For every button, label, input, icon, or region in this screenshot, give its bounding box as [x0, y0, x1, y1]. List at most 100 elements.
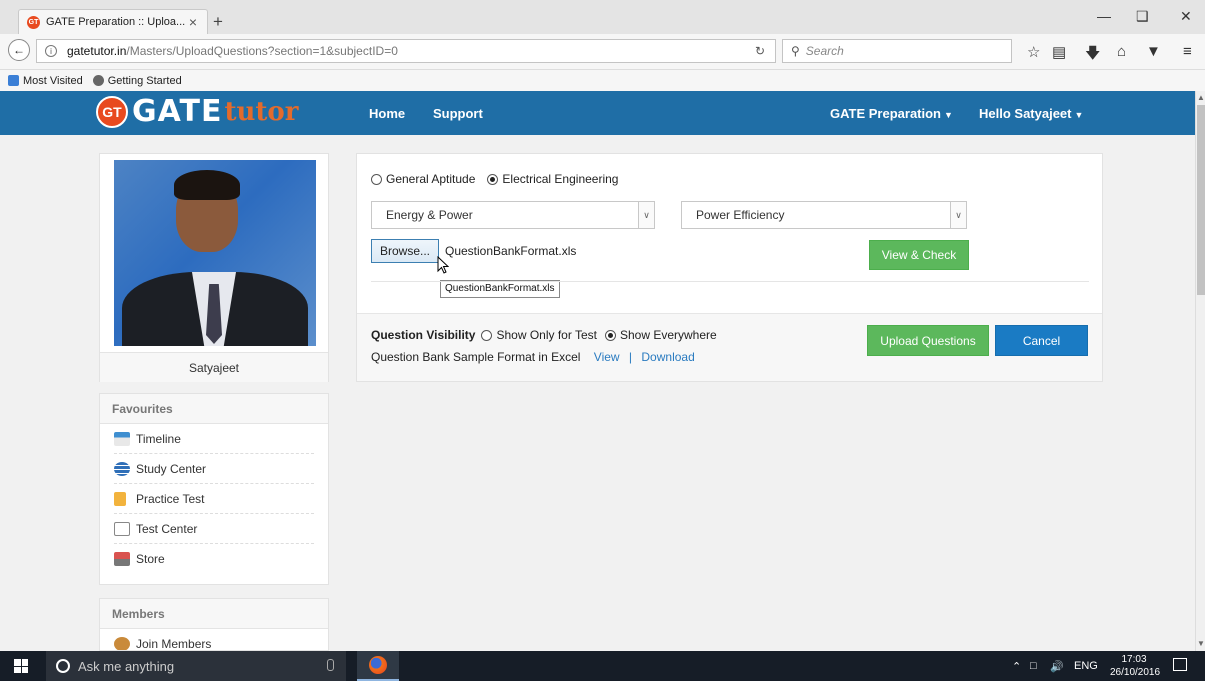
upload-footer: Question Visibility Show Only for Test S… [357, 313, 1102, 381]
radio-show-everywhere[interactable] [604, 329, 616, 341]
browser-search-input[interactable]: ⚲ Search [782, 39, 1012, 63]
menu-label: Hello Satyajeet [979, 106, 1072, 121]
profile-name: Satyajeet [100, 352, 328, 382]
browse-button[interactable]: Browse... [371, 239, 439, 263]
chevron-down-icon: ∨ [638, 202, 654, 228]
notification-icon[interactable] [1173, 658, 1187, 671]
gatetutor-logo[interactable]: GT GATE tutor [96, 94, 298, 129]
gate-preparation-menu[interactable]: GATE Preparation ▼ [830, 106, 953, 121]
favourite-practice-test[interactable]: Practice Test [114, 484, 314, 514]
tab-title: GATE Preparation :: Uploa... [46, 16, 186, 28]
home-icon[interactable]: ⌂ [1117, 43, 1126, 60]
bookmark-label: Most Visited [23, 74, 83, 87]
mouse-cursor-icon [437, 256, 449, 274]
study-center-icon [114, 461, 130, 476]
topic-select[interactable]: Power Efficiency ∨ [681, 201, 967, 229]
new-tab-button[interactable]: + [213, 12, 223, 32]
radio-label: Show Everywhere [619, 328, 717, 342]
windows-start-icon[interactable] [14, 659, 28, 673]
reading-list-icon[interactable]: ▤ [1052, 43, 1066, 61]
radio-electrical-engineering[interactable] [487, 173, 499, 185]
radio-label: Show Only for Test [496, 328, 597, 342]
bookmark-label: Getting Started [107, 74, 182, 87]
site-header: GT GATE tutor Home Support GATE Preparat… [0, 91, 1195, 135]
url-host: gatetutor.in [67, 44, 127, 58]
site-favicon-icon: GT [27, 15, 40, 29]
favourite-timeline[interactable]: Timeline [114, 424, 314, 454]
favourite-label: Store [136, 552, 165, 566]
bookmark-most-visited[interactable]: Most Visited [8, 75, 83, 87]
favourite-store[interactable]: Store [114, 544, 314, 574]
caret-down-icon: ▼ [1074, 110, 1084, 120]
menu-label: GATE Preparation [830, 106, 942, 121]
test-center-icon [114, 521, 130, 536]
favourite-test-center[interactable]: Test Center [114, 514, 314, 544]
globe-icon [92, 75, 104, 86]
bookmarks-toolbar: Most Visited Getting Started [0, 70, 1205, 91]
cancel-button[interactable]: Cancel [995, 325, 1088, 356]
menu-icon[interactable]: ≡ [1183, 43, 1192, 60]
link-separator: | [628, 350, 633, 364]
volume-icon[interactable]: 🔊 [1050, 660, 1064, 673]
reload-icon[interactable]: ↻ [755, 44, 765, 58]
subject-value: Energy & Power [386, 208, 473, 222]
pocket-icon[interactable]: ▼ [1146, 43, 1161, 60]
browser-tab-bar: GT GATE Preparation :: Uploa... × + — ❑ … [0, 0, 1205, 34]
download-icon[interactable]: 🡇 [1085, 43, 1100, 68]
cortana-icon [56, 659, 70, 673]
network-icon[interactable]: □ [1030, 660, 1037, 672]
microphone-icon[interactable] [327, 659, 334, 671]
language-indicator[interactable]: ENG [1074, 660, 1098, 672]
favourites-panel: Favourites Timeline Study Center Practic… [99, 393, 329, 585]
clock-date: 26/10/2016 [1110, 667, 1161, 678]
subject-select[interactable]: Energy & Power ∨ [371, 201, 655, 229]
nav-home[interactable]: Home [369, 106, 405, 121]
caret-down-icon: ▼ [944, 110, 953, 120]
user-menu[interactable]: Hello Satyajeet ▼ [979, 106, 1083, 121]
restore-icon[interactable]: ❑ [1136, 8, 1149, 25]
bookmark-star-icon[interactable]: ☆ [1027, 43, 1040, 61]
section-radio-group: General Aptitude Electrical Engineering [371, 172, 618, 186]
sample-format-text: Question Bank Sample Format in Excel [371, 350, 581, 364]
favourite-study-center[interactable]: Study Center [114, 454, 314, 484]
download-sample-link[interactable]: Download [641, 350, 694, 364]
card-divider [371, 281, 1089, 282]
selected-file-name: QuestionBankFormat.xls [445, 244, 577, 258]
profile-card: Satyajeet [99, 153, 329, 382]
scrollbar-thumb[interactable] [1197, 105, 1205, 295]
url-bar[interactable]: i gatetutor.in/Masters/UploadQuestions?s… [36, 39, 776, 63]
nav-support[interactable]: Support [433, 106, 483, 121]
tray-chevron-icon[interactable]: ⌃ [1012, 660, 1021, 673]
sample-format-row: Question Bank Sample Format in Excel Vie… [371, 350, 695, 364]
browser-tab[interactable]: GT GATE Preparation :: Uploa... × [18, 9, 208, 34]
visibility-row: Question Visibility Show Only for Test S… [371, 328, 717, 342]
cortana-placeholder: Ask me anything [78, 658, 175, 674]
upload-questions-card: General Aptitude Electrical Engineering … [356, 153, 1103, 382]
upload-questions-button[interactable]: Upload Questions [867, 325, 989, 356]
favourite-label: Timeline [136, 431, 181, 446]
logo-badge: GT [96, 95, 128, 128]
browser-nav-bar: ← i gatetutor.in/Masters/UploadQuestions… [0, 34, 1205, 70]
topic-value: Power Efficiency [696, 208, 785, 222]
info-icon[interactable]: i [45, 45, 57, 57]
logo-tutor-text: tutor [224, 96, 299, 127]
minimize-icon[interactable]: — [1097, 8, 1111, 24]
bookmark-getting-started[interactable]: Getting Started [92, 74, 182, 87]
view-check-button[interactable]: View & Check [869, 240, 969, 270]
scroll-down-icon[interactable]: ▼ [1197, 639, 1205, 648]
cortana-search[interactable]: Ask me anything [46, 651, 346, 681]
view-sample-link[interactable]: View [594, 350, 620, 364]
scroll-up-icon[interactable]: ▲ [1197, 93, 1205, 102]
window-close-icon[interactable]: ✕ [1180, 8, 1192, 25]
tab-close-icon[interactable]: × [189, 14, 197, 30]
members-join[interactable]: Join Members [114, 629, 314, 650]
back-arrow-icon[interactable]: ← [8, 39, 30, 61]
favourite-label: Practice Test [136, 491, 205, 506]
radio-show-only-test[interactable] [481, 329, 493, 341]
search-icon: ⚲ [791, 44, 800, 58]
members-panel: Members Join Members [99, 598, 329, 651]
radio-general-aptitude[interactable] [371, 173, 382, 185]
page-scrollbar[interactable]: ▲ ▼ [1195, 91, 1205, 651]
taskbar-clock[interactable]: 17:03 26/10/2016 [1110, 653, 1161, 679]
firefox-taskbar-button[interactable] [357, 651, 399, 681]
